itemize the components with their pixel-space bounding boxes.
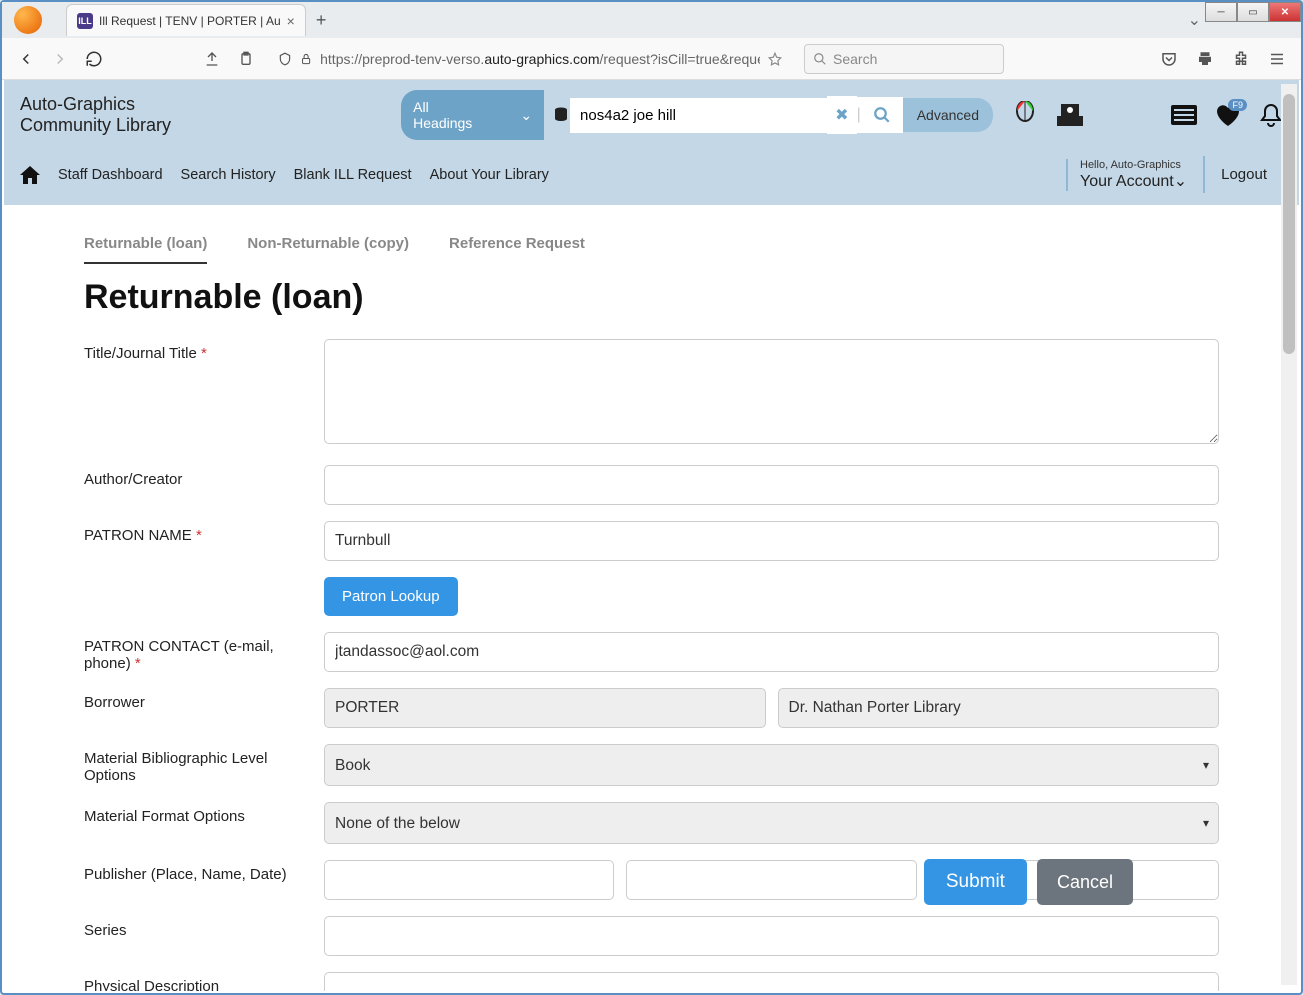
tab-favicon-icon: ILL xyxy=(77,13,93,29)
library-name: Auto-Graphics Community Library xyxy=(20,94,221,136)
scrollbar[interactable] xyxy=(1281,84,1297,985)
print-icon[interactable] xyxy=(1195,50,1215,68)
publisher-place-field[interactable] xyxy=(324,860,614,900)
form-actions: Submit Cancel xyxy=(924,859,1133,905)
label-series: Series xyxy=(84,916,314,939)
new-tab-button[interactable]: + xyxy=(316,10,327,31)
label-title: Title/Journal Title * xyxy=(84,339,314,362)
patron-contact-field[interactable] xyxy=(324,632,1219,672)
label-author: Author/Creator xyxy=(84,465,314,488)
tab-title: Ill Request | TENV | PORTER | Au xyxy=(99,14,281,28)
database-icon[interactable] xyxy=(552,106,570,124)
format-select[interactable]: None of the below xyxy=(324,802,1219,844)
url-bar[interactable]: https://preprod-tenv-verso.auto-graphics… xyxy=(270,51,790,67)
tab-close-icon[interactable]: × xyxy=(287,13,295,29)
nav-reload-button[interactable] xyxy=(84,50,104,68)
search-icon xyxy=(813,52,827,66)
shield-icon xyxy=(278,51,292,67)
minimize-button[interactable]: ─ xyxy=(1205,2,1237,22)
nav-search-history[interactable]: Search History xyxy=(181,167,276,183)
url-text: https://preprod-tenv-verso.auto-graphics… xyxy=(320,51,760,67)
chevron-down-icon: ⌄ xyxy=(1174,173,1187,190)
nav-back-button[interactable] xyxy=(16,50,36,68)
browser-tab[interactable]: ILL Ill Request | TENV | PORTER | Au × xyxy=(66,4,306,36)
cancel-button[interactable]: Cancel xyxy=(1037,859,1133,905)
pocket-icon[interactable] xyxy=(1159,50,1179,68)
tab-nonreturnable[interactable]: Non-Returnable (copy) xyxy=(247,235,409,264)
favorites-heart-icon[interactable]: F9 xyxy=(1215,103,1241,127)
window-close-button[interactable]: ✕ xyxy=(1269,2,1301,22)
nav-staff-dashboard[interactable]: Staff Dashboard xyxy=(58,167,163,183)
label-publisher: Publisher (Place, Name, Date) xyxy=(84,860,314,883)
nav-about-library[interactable]: About Your Library xyxy=(430,167,549,183)
account-menu[interactable]: Hello, Auto-Graphics Your Account⌄ xyxy=(1066,159,1187,191)
favorites-badge: F9 xyxy=(1228,99,1247,111)
maximize-button[interactable]: ▭ xyxy=(1237,2,1269,22)
borrower-code-field xyxy=(324,688,766,728)
bookmark-star-icon[interactable] xyxy=(768,51,782,67)
catalog-search-widget: All Headings ⌄ ✖ | Advanced xyxy=(401,90,993,140)
chevron-down-icon: ⌄ xyxy=(520,107,532,124)
browser-tabstrip: ILL Ill Request | TENV | PORTER | Au × +… xyxy=(2,2,1301,38)
clipboard-icon[interactable] xyxy=(236,51,256,67)
author-field[interactable] xyxy=(324,465,1219,505)
tab-returnable[interactable]: Returnable (loan) xyxy=(84,235,207,264)
label-physical: Physical Description xyxy=(84,972,314,991)
balloon-icon[interactable] xyxy=(1013,101,1037,129)
label-biblio: Material Bibliographic Level Options xyxy=(84,744,314,784)
series-field[interactable] xyxy=(324,916,1219,956)
hello-text: Hello, Auto-Graphics xyxy=(1080,159,1187,171)
pocket-save-icon[interactable] xyxy=(202,51,222,67)
label-format: Material Format Options xyxy=(84,802,314,825)
biblio-select[interactable]: Book xyxy=(324,744,1219,786)
form-tabs: Returnable (loan) Non-Returnable (copy) … xyxy=(84,235,1219,264)
hamburger-menu-icon[interactable] xyxy=(1267,50,1287,68)
list-icon[interactable] xyxy=(1171,105,1197,125)
tabs-overflow-icon[interactable]: ⌄ xyxy=(1188,10,1201,30)
notifications-bell-icon[interactable] xyxy=(1259,102,1283,128)
browser-search-box[interactable]: Search xyxy=(804,44,1004,74)
scrollbar-thumb[interactable] xyxy=(1283,94,1295,354)
publisher-name-field[interactable] xyxy=(626,860,916,900)
page-title: Returnable (loan) xyxy=(84,278,1219,317)
app-header: Auto-Graphics Community Library All Head… xyxy=(4,80,1299,205)
label-borrower: Borrower xyxy=(84,688,314,711)
label-patron-contact: PATRON CONTACT (e-mail, phone) * xyxy=(84,632,314,672)
lock-icon xyxy=(300,52,312,66)
window-controls: ─ ▭ ✕ xyxy=(1205,2,1301,22)
submit-button[interactable]: Submit xyxy=(924,859,1027,905)
title-field[interactable] xyxy=(324,339,1219,444)
cash-register-icon[interactable] xyxy=(1055,102,1085,128)
catalog-search-input[interactable] xyxy=(570,98,827,133)
advanced-search-button[interactable]: Advanced xyxy=(903,98,993,132)
clear-search-icon[interactable]: ✖ xyxy=(827,96,856,134)
search-category-select[interactable]: All Headings ⌄ xyxy=(401,90,544,140)
label-patron-name: PATRON NAME * xyxy=(84,521,314,544)
search-submit-icon[interactable] xyxy=(861,97,903,133)
borrower-name-field xyxy=(778,688,1220,728)
patron-name-field[interactable] xyxy=(324,521,1219,561)
firefox-logo-icon xyxy=(14,6,42,34)
search-placeholder: Search xyxy=(833,51,877,67)
nav-forward-button[interactable] xyxy=(50,50,70,68)
extensions-icon[interactable] xyxy=(1231,50,1251,68)
physical-description-field[interactable] xyxy=(324,972,1219,991)
tab-reference[interactable]: Reference Request xyxy=(449,235,585,264)
logout-button[interactable]: Logout xyxy=(1203,156,1283,193)
your-account-label: Your Account xyxy=(1080,173,1174,190)
nav-blank-ill[interactable]: Blank ILL Request xyxy=(294,167,412,183)
home-icon[interactable] xyxy=(20,166,40,184)
patron-lookup-button[interactable]: Patron Lookup xyxy=(324,577,458,616)
browser-toolbar: https://preprod-tenv-verso.auto-graphics… xyxy=(2,38,1301,80)
